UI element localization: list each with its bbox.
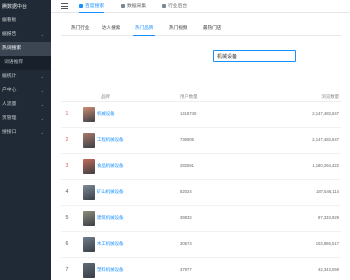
sidebar-item[interactable]: 搜接口 ⌄ [0, 126, 51, 140]
user-count: 1418740 [180, 111, 197, 116]
sidebar-item-label: 热词搜索 [2, 46, 22, 51]
chevron-down-icon: ⌄ [40, 74, 44, 79]
tab-baidu-search[interactable]: 百度搜索 [79, 0, 105, 13]
sidebar-item[interactable]: 词语推荐 [0, 56, 51, 70]
tab-label: 数据采集 [127, 4, 147, 9]
brand-thumbnail[interactable] [83, 263, 95, 278]
brand-thumbnail[interactable] [83, 211, 95, 226]
search-input[interactable] [214, 51, 295, 61]
browse-count: 103,886,517 [315, 241, 339, 246]
rank-number: 1 [65, 111, 69, 117]
user-count: 30573 [180, 241, 192, 246]
table-row[interactable]: 7 塑料机械设备 37977 42,343,059 [61, 258, 341, 280]
search-box[interactable] [213, 50, 296, 62]
brand-thumbnail[interactable] [83, 133, 95, 148]
brand-name-link[interactable]: 机械设备 [97, 111, 115, 117]
sidebar-item[interactable]: 户中心 ⌄ [0, 84, 51, 98]
sidebar-item-label: 据看板 [2, 18, 17, 23]
column-header-users: 用户数量 [180, 94, 198, 99]
browse-count: 187,546,114 [316, 189, 339, 194]
tab-label: 百度搜索 [85, 4, 105, 9]
sidebar-item-label: 据统计 [2, 74, 17, 79]
category-tab[interactable]: 热门品牌 [132, 21, 156, 36]
sidebar-item[interactable]: 据统计 ⌄ [0, 70, 51, 84]
brand-name-link[interactable]: 木工机械设备 [97, 241, 123, 247]
user-count: 82024 [180, 189, 192, 194]
brand-name-link[interactable]: 工程机械设备 [97, 137, 123, 143]
browse-count: 42,343,059 [318, 267, 339, 272]
brand-thumbnail[interactable] [83, 185, 95, 200]
browse-count: 2,147,483,647 [312, 137, 339, 142]
table-row[interactable]: 2 工程机械设备 736906 2,147,483,647 [61, 128, 341, 154]
sidebar-item-label: 词语推荐 [4, 60, 24, 65]
dashboard-icon [162, 4, 166, 8]
sidebar-item[interactable]: 页管理 ⌄ [0, 112, 51, 126]
table-row[interactable]: 1 机械设备 1418740 2,147,483,647 [61, 102, 341, 128]
rank-number: 2 [65, 137, 69, 143]
brand-name-link[interactable]: 矿山机械设备 [97, 189, 123, 195]
chevron-down-icon: ⌄ [40, 130, 44, 135]
browse-count: 97,333,929 [318, 215, 339, 220]
sidebar-item[interactable]: 热词搜索 [0, 42, 51, 56]
menu-icon[interactable] [61, 3, 68, 9]
sidebar-item-label: 户中心 [2, 88, 17, 93]
search-icon [79, 4, 83, 8]
rank-number: 4 [65, 189, 69, 195]
user-count: 37977 [180, 267, 192, 272]
category-tab[interactable]: 热门行业 [71, 21, 89, 35]
table-header: 品牌 用户数量 浏览数量 [61, 90, 341, 102]
brand-thumbnail[interactable] [83, 107, 95, 122]
table-row[interactable]: 4 矿山机械设备 82024 187,546,114 [61, 180, 341, 206]
tab-data-collect[interactable]: 数据采集 [121, 0, 146, 13]
sidebar-item-label: 据报告 [2, 32, 17, 37]
sidebar-item[interactable]: 据看板 [0, 14, 51, 28]
sidebar-item-label: 搜接口 [2, 130, 17, 135]
browse-count: 2,147,483,647 [312, 111, 339, 116]
category-tab[interactable]: 达人搜索 [102, 21, 120, 35]
rank-number: 7 [65, 267, 69, 273]
main-content: 热门行业达人搜索热门品牌热门视频最热门店 品牌 用户数量 浏览数量 1机械设备1… [51, 13, 350, 280]
column-header-brand: 品牌 [101, 94, 110, 99]
table-row[interactable]: 3 食品机械设备 282591 1,180,254,422 [61, 154, 341, 180]
user-count: 39832 [180, 215, 192, 220]
brand-name-link[interactable]: 建筑机械设备 [97, 215, 123, 221]
brand-thumbnail[interactable] [83, 237, 95, 252]
column-header-browse: 浏览数量 [321, 94, 339, 99]
sidebar: 腾数据中台 据看板 据报告 ⌄ 热词搜索 词语推荐 据统计 ⌄ 户中心 ⌄ 人流量 ⌄ 页管理 ⌄ 搜接口… [0, 0, 51, 280]
rank-number: 3 [65, 163, 69, 169]
chevron-down-icon: ⌄ [40, 102, 44, 107]
sidebar-item-label: 页管理 [2, 116, 17, 121]
tab-industry-backend[interactable]: 行业后台 [162, 0, 187, 13]
user-count: 282591 [180, 163, 194, 168]
chevron-down-icon: ⌄ [40, 88, 44, 93]
chevron-down-icon: ⌄ [40, 116, 44, 121]
chevron-down-icon: ⌄ [40, 32, 44, 37]
sidebar-item-label: 人流量 [2, 102, 17, 107]
brand-name-link[interactable]: 食品机械设备 [97, 163, 123, 169]
table-row[interactable]: 5 建筑机械设备 39832 97,333,929 [61, 206, 341, 232]
app-title: 腾数据中台 [2, 4, 28, 10]
rank-number: 5 [65, 215, 69, 221]
table-row[interactable]: 6 木工机械设备 30573 103,886,517 [61, 232, 341, 258]
browse-count: 1,180,254,422 [312, 163, 339, 168]
brand-name-link[interactable]: 塑料机械设备 [97, 267, 123, 273]
sidebar-item[interactable]: 人流量 ⌄ [0, 98, 51, 112]
tab-label: 行业后台 [168, 4, 188, 9]
database-icon [121, 4, 125, 8]
top-bar: 百度搜索 数据采集 行业后台 [51, 0, 350, 13]
sidebar-item[interactable]: 据报告 ⌄ [0, 28, 51, 42]
category-tab[interactable]: 最热门店 [203, 21, 221, 35]
category-tab[interactable]: 热门视频 [169, 21, 187, 35]
category-tabs: 热门行业 达人搜索 热门品牌 热门视频 最热门店 [61, 21, 341, 36]
brand-thumbnail[interactable] [83, 159, 95, 174]
rank-number: 6 [65, 241, 69, 247]
user-count: 736906 [180, 137, 194, 142]
